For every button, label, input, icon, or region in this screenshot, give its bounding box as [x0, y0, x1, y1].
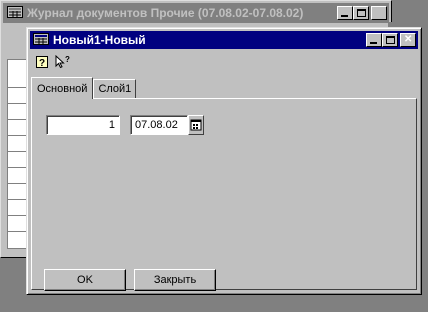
minimize-button[interactable] [337, 6, 353, 20]
maximize-icon [357, 9, 366, 17]
document-date-field[interactable]: 07.08.02 [130, 115, 188, 135]
list-item [8, 184, 26, 200]
list-item [8, 120, 26, 136]
tab-layer1-label: Слой1 [98, 83, 132, 95]
maximize-button[interactable] [353, 6, 369, 20]
help-question-icon[interactable]: ? [35, 55, 49, 69]
tab-main[interactable]: Основной [31, 77, 94, 99]
pointer-question-icon[interactable]: ? [55, 54, 70, 69]
background-title-bar[interactable]: Журнал документов Прочие (07.08.02-07.08… [3, 3, 389, 23]
close-icon: ✕ [375, 7, 384, 18]
dialog-title-bar[interactable]: Новый1-Новый ✕ [30, 31, 418, 49]
new-document-dialog[interactable]: Новый1-Новый ✕ ? ? Основной Слой1 1 07.0… [26, 27, 422, 295]
list-item [8, 88, 26, 104]
list-item [8, 136, 26, 152]
dialog-toolbar: ? ? [35, 53, 70, 71]
list-item [8, 200, 26, 216]
svg-text:?: ? [39, 58, 45, 69]
dialog-maximize-button[interactable] [382, 33, 398, 47]
list-item [8, 152, 26, 168]
close-button[interactable]: Закрыть [134, 269, 216, 291]
tab-strip: Основной Слой1 [31, 77, 137, 99]
tab-main-label: Основной [37, 82, 88, 95]
close-window-button[interactable]: ✕ [371, 6, 387, 20]
calendar-icon [190, 119, 202, 131]
close-icon: ✕ [404, 34, 413, 45]
dialog-close-button[interactable]: ✕ [400, 33, 416, 47]
dialog-app-icon [33, 32, 49, 48]
maximize-icon [386, 36, 395, 44]
background-window-title: Журнал документов Прочие (07.08.02-07.08… [27, 6, 304, 20]
dialog-minimize-button[interactable] [366, 33, 382, 47]
ok-button[interactable]: OK [44, 269, 126, 291]
app-icon [7, 5, 23, 21]
list-item [8, 60, 26, 88]
background-document-list[interactable] [7, 59, 27, 249]
svg-text:?: ? [65, 55, 70, 64]
tab-panel-main: 1 07.08.02 OK Закрыть [31, 98, 417, 291]
tab-layer1[interactable]: Слой1 [93, 79, 137, 98]
list-item [8, 104, 26, 120]
minimize-icon [370, 42, 377, 44]
list-item [8, 216, 26, 232]
minimize-icon [341, 15, 348, 17]
calendar-button[interactable] [188, 115, 204, 135]
dialog-title: Новый1-Новый [53, 33, 146, 47]
list-item [8, 168, 26, 184]
document-number-field[interactable]: 1 [46, 115, 120, 135]
